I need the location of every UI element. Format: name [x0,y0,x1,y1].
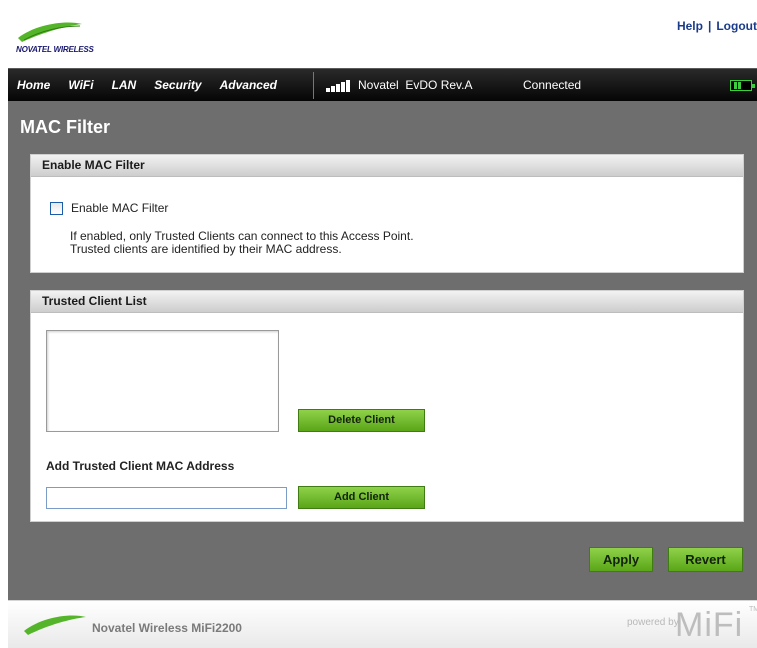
apply-button[interactable]: Apply [589,547,653,572]
connection-status: Connected [523,78,582,92]
mifi-brand-logo: MiFi [675,606,744,644]
logout-link[interactable]: Logout [716,19,757,33]
mac-address-input[interactable] [46,487,287,509]
link-separator: | [707,19,712,33]
top-header: NOVATEL WIRELESS Help | Logout [8,8,757,68]
add-client-label: Add Trusted Client MAC Address [46,459,235,473]
enable-mac-filter-header: Enable MAC Filter [31,155,743,177]
trusted-client-list[interactable] [46,330,279,432]
trademark-mark: TM [749,606,757,613]
page: NOVATEL WIRELESS Help | Logout Home WiFi L… [0,0,757,648]
help-line-2: Trusted clients are identified by their … [70,242,342,256]
trusted-client-panel: Trusted Client List Delete Client Add Tr… [30,290,744,522]
battery-icon [730,80,755,91]
nav-item-wifi[interactable]: WiFi [58,69,93,102]
nav-item-lan[interactable]: LAN [102,69,137,102]
nav-item-home[interactable]: Home [8,69,50,102]
help-link[interactable]: Help [677,19,703,33]
carrier-label: Novatel EvDO Rev.A [358,78,473,92]
nav-items: Home WiFi LAN Security Advanced [8,69,285,102]
revert-button[interactable]: Revert [668,547,743,572]
main-content: MAC Filter Enable MAC Filter Enable MAC … [8,101,757,600]
enable-mac-filter-row: Enable MAC Filter [50,201,168,215]
powered-by-text: powered by [627,617,679,628]
nav-item-security[interactable]: Security [144,69,201,102]
add-client-button[interactable]: Add Client [298,486,425,509]
footer: Novatel Wireless MiFi2200 powered by MiF… [8,600,757,648]
top-links: Help | Logout [677,19,757,33]
enable-mac-filter-checkbox[interactable] [50,201,63,215]
novatel-logo: NOVATEL WIRELESS [16,18,116,58]
nav-item-advanced[interactable]: Advanced [210,69,277,102]
nav-divider [313,72,314,99]
page-title: MAC Filter [20,117,110,137]
mac-filter-help-text: If enabled, only Trusted Clients can con… [70,230,414,256]
enable-mac-filter-panel: Enable MAC Filter Enable MAC Filter If e… [30,154,744,273]
swoosh-icon [18,22,82,42]
logo-text: NOVATEL WIRELESS [16,45,94,54]
footer-product-name: Novatel Wireless MiFi2200 [92,621,242,635]
delete-client-button[interactable]: Delete Client [298,409,425,432]
trusted-client-header: Trusted Client List [31,291,743,313]
signal-strength-icon [326,80,350,92]
nav-bar: Home WiFi LAN Security Advanced Novatel … [8,68,757,101]
enable-mac-filter-label[interactable]: Enable MAC Filter [71,201,168,215]
footer-swoosh-icon [24,615,86,635]
